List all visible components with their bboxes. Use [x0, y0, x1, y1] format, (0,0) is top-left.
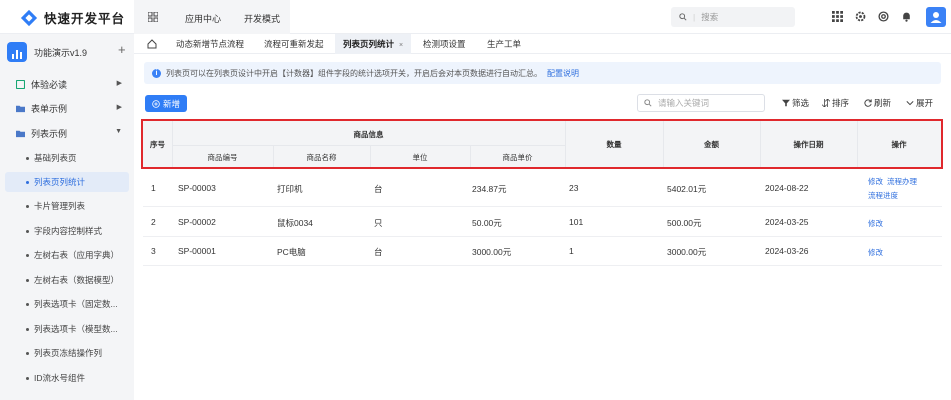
sort-button[interactable]: 排序 — [822, 97, 849, 109]
sidebar-item-field-style[interactable]: 字段内容控制样式 — [5, 221, 129, 241]
table-header: 序号 商品信息 商品编号 商品名称 单位 商品单价 数量 金额 操作日期 操作 — [141, 119, 943, 169]
notice-text: 列表页可以在列表页设计中开启【计数器】组件字段的统计选项开关，开启后会对本页数据… — [166, 68, 542, 78]
main-content: i 列表页可以在列表页设计中开启【计数器】组件字段的统计选项开关，开启后会对本页… — [134, 54, 951, 400]
logo-icon — [20, 9, 38, 26]
add-button[interactable]: 新增 — [145, 95, 187, 112]
tab-list-stats[interactable]: 列表页列统计 × — [335, 34, 412, 54]
global-search[interactable]: | 搜索 — [671, 7, 795, 27]
tab-work-order[interactable]: 生产工单 — [487, 34, 521, 54]
sidebar-group-guide[interactable]: 体验必读 ▶ — [0, 73, 134, 95]
chevron-right-icon: ▶ — [116, 104, 122, 111]
check-square-icon — [16, 79, 25, 89]
sidebar-item-basic-list[interactable]: 基础列表页 — [5, 148, 129, 168]
sidebar-item-frozen-ops[interactable]: 列表页冻结操作列 — [5, 343, 129, 363]
sidebar-group-list[interactable]: 列表示例 ▼ — [0, 122, 134, 144]
search-icon — [644, 99, 652, 107]
sidebar-item-tree-model[interactable]: 左树右表（数据模型） — [5, 270, 129, 290]
sidebar-group-form[interactable]: 表单示例 ▶ — [0, 97, 134, 119]
col-ops: 操作 — [891, 140, 907, 149]
sidebar-item-tabs-fixed[interactable]: 列表选项卡（固定数... — [5, 294, 129, 314]
folder-icon — [16, 130, 25, 137]
logo-text: 快速开发平台 — [44, 12, 126, 26]
col-name: 商品名称 — [306, 153, 337, 162]
app-switcher[interactable]: 功能演示v1.9 — [7, 39, 127, 65]
bell-icon[interactable] — [901, 11, 912, 22]
table-row: 1 SP-00003 打印机 台 234.87元 23 5402.01元 202… — [143, 171, 942, 207]
tab-dynamic-node[interactable]: 动态新增节点流程 — [176, 34, 244, 54]
tab-restart-flow[interactable]: 流程可重新发起 — [264, 34, 324, 54]
config-doc-link[interactable]: 配置说明 — [547, 68, 579, 79]
progress-link[interactable]: 流程进度 — [868, 190, 898, 201]
col-date: 操作日期 — [793, 140, 824, 149]
sidebar-item-list-stats[interactable]: 列表页列统计 — [5, 172, 129, 192]
chevron-right-icon: ▶ — [116, 80, 122, 87]
sidebar: 功能演示v1.9 + 体验必读 ▶ 表单示例 ▶ 列表示例 ▼ 基础列表页 列表… — [0, 34, 134, 400]
info-icon: i — [152, 68, 161, 78]
keyword-input[interactable]: 请输入关键词 — [637, 94, 765, 112]
tab-bar: 动态新增节点流程 流程可重新发起 列表页列统计 × 检测项设置 生产工单 — [134, 34, 951, 54]
top-bar: 快速开发平台 应用中心 开发模式 | 搜索 — [0, 0, 951, 34]
sidebar-item-tree-dict[interactable]: 左树右表（应用字典） — [5, 245, 129, 265]
sort-icon — [822, 99, 830, 107]
expand-button[interactable]: 展开 — [906, 97, 933, 109]
edit-link[interactable]: 修改 — [868, 218, 883, 229]
close-icon[interactable]: × — [399, 42, 403, 49]
sidebar-item-serial-id[interactable]: ID流水号组件 — [5, 368, 129, 388]
folder-icon — [16, 105, 25, 112]
tab-inspection[interactable]: 检测项设置 — [423, 34, 466, 54]
sidebar-item-tabs-model[interactable]: 列表选项卡（模型数... — [5, 319, 129, 339]
home-icon[interactable] — [147, 39, 157, 49]
app-name: 功能演示v1.9 — [34, 47, 88, 58]
chevron-down-icon — [906, 101, 914, 106]
search-icon — [679, 13, 687, 21]
settings-icon[interactable] — [878, 11, 889, 22]
chevron-down-icon: ▼ — [115, 128, 122, 135]
col-unit: 单位 — [412, 153, 428, 162]
edit-link[interactable]: 修改 — [868, 247, 883, 258]
user-avatar[interactable] — [926, 7, 946, 27]
gear-icon[interactable] — [855, 11, 866, 22]
apps-grid-icon[interactable] — [148, 12, 158, 22]
col-amount: 金额 — [704, 140, 719, 149]
table-row: 3 SP-00001 PC电脑 台 3000.00元 1 3000.00元 20… — [143, 237, 942, 266]
col-code: 商品编号 — [207, 153, 238, 162]
process-link[interactable]: 流程办理 — [887, 176, 917, 187]
app-logo-icon — [7, 42, 27, 62]
add-app-icon[interactable]: + — [118, 42, 133, 57]
plus-circle-icon — [152, 99, 160, 108]
filter-button[interactable]: 筛选 — [782, 97, 809, 109]
col-qty: 数量 — [606, 140, 622, 149]
edit-link[interactable]: 修改 — [868, 176, 883, 187]
menu-app-center[interactable]: 应用中心 — [185, 12, 221, 25]
refresh-button[interactable]: 刷新 — [864, 97, 891, 109]
table-row: 2 SP-00002 鼠标0034 只 50.00元 101 500.00元 2… — [143, 207, 942, 237]
refresh-icon — [864, 99, 872, 107]
filter-icon — [782, 99, 790, 107]
logo[interactable]: 快速开发平台 — [20, 8, 125, 27]
user-icon — [930, 12, 942, 23]
sidebar-item-card-list[interactable]: 卡片管理列表 — [5, 196, 129, 216]
col-price: 商品单价 — [502, 153, 533, 162]
col-group-product-info: 商品信息 — [353, 130, 384, 139]
notice-bar: i 列表页可以在列表页设计中开启【计数器】组件字段的统计选项开关，开启后会对本页… — [144, 62, 941, 84]
grid-icon[interactable] — [832, 11, 843, 22]
menu-dev-mode[interactable]: 开发模式 — [244, 12, 280, 25]
col-seq: 序号 — [150, 140, 165, 149]
search-placeholder: 搜索 — [701, 12, 719, 22]
